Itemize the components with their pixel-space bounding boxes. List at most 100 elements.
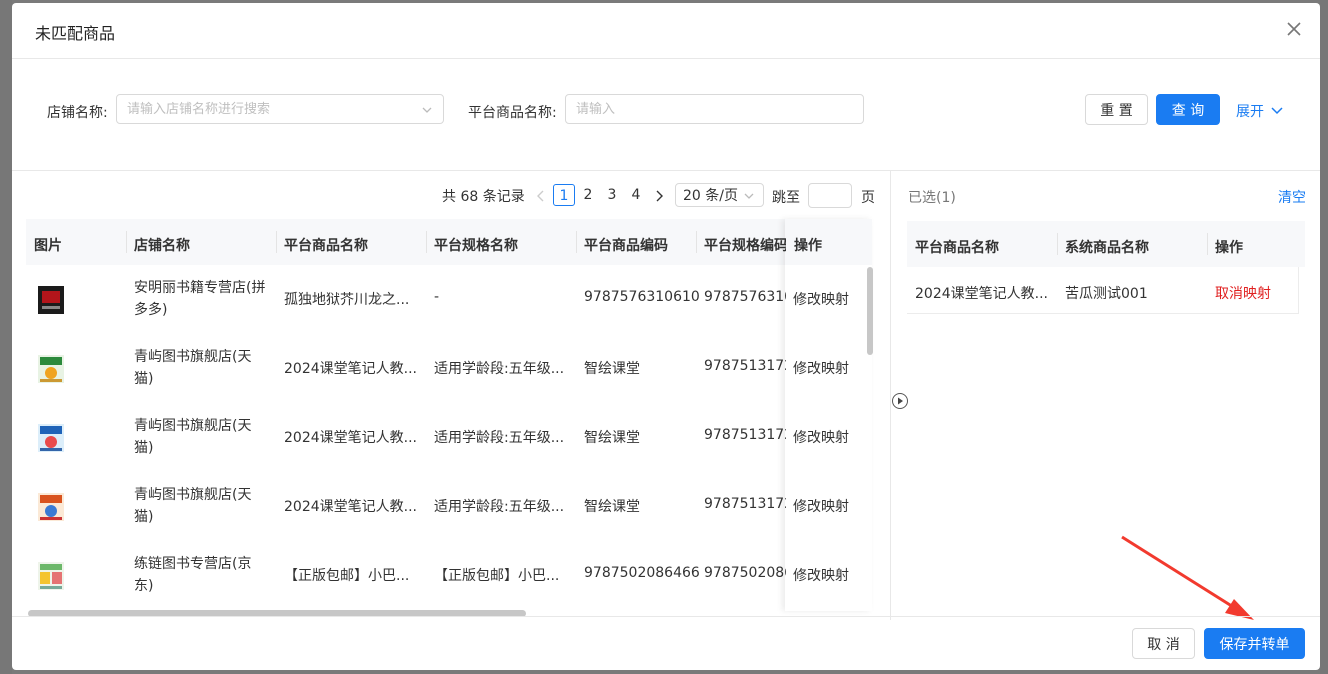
col-product-code: 平台商品编码 [584, 238, 668, 254]
jump-input[interactable] [809, 184, 851, 207]
page-3[interactable]: 3 [601, 184, 623, 206]
close-icon[interactable] [1284, 19, 1304, 39]
spec-code: 978757631061 [704, 289, 786, 305]
shop-name-line: 东) [134, 578, 154, 594]
column-divider [276, 231, 277, 253]
page-size-value: 20 条/页 [683, 188, 738, 204]
product-name-input[interactable] [566, 95, 863, 123]
panel-collapse-toggle[interactable] [892, 393, 908, 409]
unmatched-products-modal: 未匹配商品 店铺名称: 平台商品名称: 重 置 查 询 展开 共 68 条记录 … [12, 3, 1320, 670]
expand-toggle[interactable]: 展开 [1236, 101, 1284, 121]
product-name: 2024课堂笔记人教... [284, 430, 417, 446]
chevron-down-icon [1271, 107, 1283, 115]
chevron-down-icon [744, 193, 754, 199]
product-code: 智绘课堂 [584, 499, 640, 515]
cancel-button[interactable]: 取 消 [1132, 628, 1195, 659]
table-row: 练链图书专营店(京 东) 【正版包邮】小巴... 【正版包邮】小巴... 978… [26, 541, 872, 609]
product-name: 2024课堂笔记人教... [284, 361, 417, 377]
page-size-select[interactable]: 20 条/页 [675, 183, 764, 207]
shop-name-line: 猫) [134, 509, 154, 525]
column-divider [126, 231, 127, 253]
jump-page-input[interactable] [808, 183, 852, 208]
shop-name-line: 猫) [134, 440, 154, 456]
shop-name: 青屿图书旗舰店(天 猫) [134, 415, 251, 459]
spec-name: 适用学龄段:五年级... [434, 499, 565, 515]
cancel-mapping-link[interactable]: 取消映射 [1215, 283, 1271, 303]
system-product-name: 苦瓜测试001 [1065, 286, 1148, 302]
caret-right-icon [898, 397, 903, 405]
query-button[interactable]: 查 询 [1156, 94, 1220, 125]
product-thumbnail [38, 562, 64, 590]
spec-code: 978751317243 [704, 427, 786, 443]
page-1[interactable]: 1 [553, 184, 575, 206]
backdrop-right [1320, 0, 1328, 674]
selected-row: 2024课堂笔记人教... 苦瓜测试001 取消映射 [907, 267, 1299, 314]
shop-name: 练链图书专营店(京 东) [134, 553, 251, 597]
clear-selection-link[interactable]: 清空 [1278, 187, 1306, 207]
shop-name-line: 青屿图书旗舰店(天 [134, 349, 252, 365]
product-name: 孤独地狱芥川龙之... [284, 292, 410, 308]
modal-footer [12, 616, 1320, 670]
product-thumbnail [38, 424, 64, 452]
col-shop: 店铺名称 [134, 238, 190, 254]
column-divider [1207, 233, 1208, 255]
col-platform-name: 平台商品名称 [915, 240, 999, 256]
shop-name: 青屿图书旗舰店(天 猫) [134, 484, 251, 528]
product-code: 9787576310610 [584, 289, 700, 305]
annotation-arrow-icon [1121, 535, 1254, 620]
product-thumbnail [38, 493, 64, 521]
chevron-down-icon [422, 107, 432, 113]
next-page-icon[interactable] [653, 189, 665, 203]
table-row: 青屿图书旗舰店(天 猫) 2024课堂笔记人教... 适用学龄段:五年级... … [26, 403, 872, 473]
shop-name-line: 青屿图书旗舰店(天 [134, 487, 252, 503]
column-divider [696, 231, 697, 253]
col-system-name: 系统商品名称 [1065, 240, 1149, 256]
shop-name: 青屿图书旗舰店(天 猫) [134, 346, 251, 390]
spec-code: 978751317282 [704, 496, 786, 512]
reset-button[interactable]: 重 置 [1085, 94, 1148, 125]
table-row: 青屿图书旗舰店(天 猫) 2024课堂笔记人教... 适用学龄段:五年级... … [26, 472, 872, 542]
product-name: 【正版包邮】小巴... [284, 568, 410, 584]
spec-code: 978750208646 [704, 565, 786, 581]
shop-name-line: 多多) [134, 302, 168, 318]
product-name-label: 平台商品名称: [468, 105, 557, 121]
col-spec: 平台规格名称 [434, 238, 518, 254]
spec-name: 适用学龄段:五年级... [434, 430, 565, 446]
column-divider [426, 231, 427, 253]
page-2[interactable]: 2 [577, 184, 599, 206]
product-code: 智绘课堂 [584, 361, 640, 377]
spec-name: 适用学龄段:五年级... [434, 361, 565, 377]
spec-code: 978751317243 [704, 358, 786, 374]
backdrop-left [0, 0, 12, 674]
column-divider [1057, 233, 1058, 255]
product-thumbnail [38, 355, 64, 383]
product-code: 9787502086466 [584, 565, 700, 581]
save-and-convert-button[interactable]: 保存并转单 [1204, 628, 1305, 659]
table-header: 图片 店铺名称 平台商品名称 平台规格名称 平台商品编码 平台规格编码 操作 [26, 219, 872, 265]
fixed-action-column-shadow [785, 219, 872, 611]
page-4[interactable]: 4 [625, 184, 647, 206]
shop-name-line: 青屿图书旗舰店(天 [134, 418, 252, 434]
column-divider [576, 231, 577, 253]
product-name-field[interactable] [565, 94, 864, 124]
prev-page-icon[interactable] [535, 189, 547, 203]
shop-name-input[interactable] [117, 95, 443, 123]
expand-label: 展开 [1236, 104, 1264, 120]
modal-title: 未匹配商品 [35, 24, 116, 43]
product-thumbnail [38, 286, 64, 314]
shop-name-select[interactable] [116, 94, 444, 124]
spec-name: - [434, 289, 440, 305]
col-selected-action: 操作 [1215, 240, 1243, 256]
shop-name-line: 安明丽书籍专营店(拼 [134, 280, 266, 296]
selected-count: 已选(1) [908, 190, 956, 206]
table-row: 安明丽书籍专营店(拼 多多) 孤独地狱芥川龙之... - 97875763106… [26, 265, 872, 335]
jump-label: 跳至 [772, 190, 800, 206]
page-suffix: 页 [861, 190, 875, 206]
product-code: 智绘课堂 [584, 430, 640, 446]
spec-name: 【正版包邮】小巴... [434, 568, 560, 584]
table-row: 青屿图书旗舰店(天 猫) 2024课堂笔记人教... 适用学龄段:五年级... … [26, 334, 872, 404]
vertical-scrollbar[interactable] [867, 267, 873, 355]
product-name: 2024课堂笔记人教... [284, 499, 417, 515]
col-product: 平台商品名称 [284, 238, 368, 254]
col-image: 图片 [34, 238, 62, 254]
